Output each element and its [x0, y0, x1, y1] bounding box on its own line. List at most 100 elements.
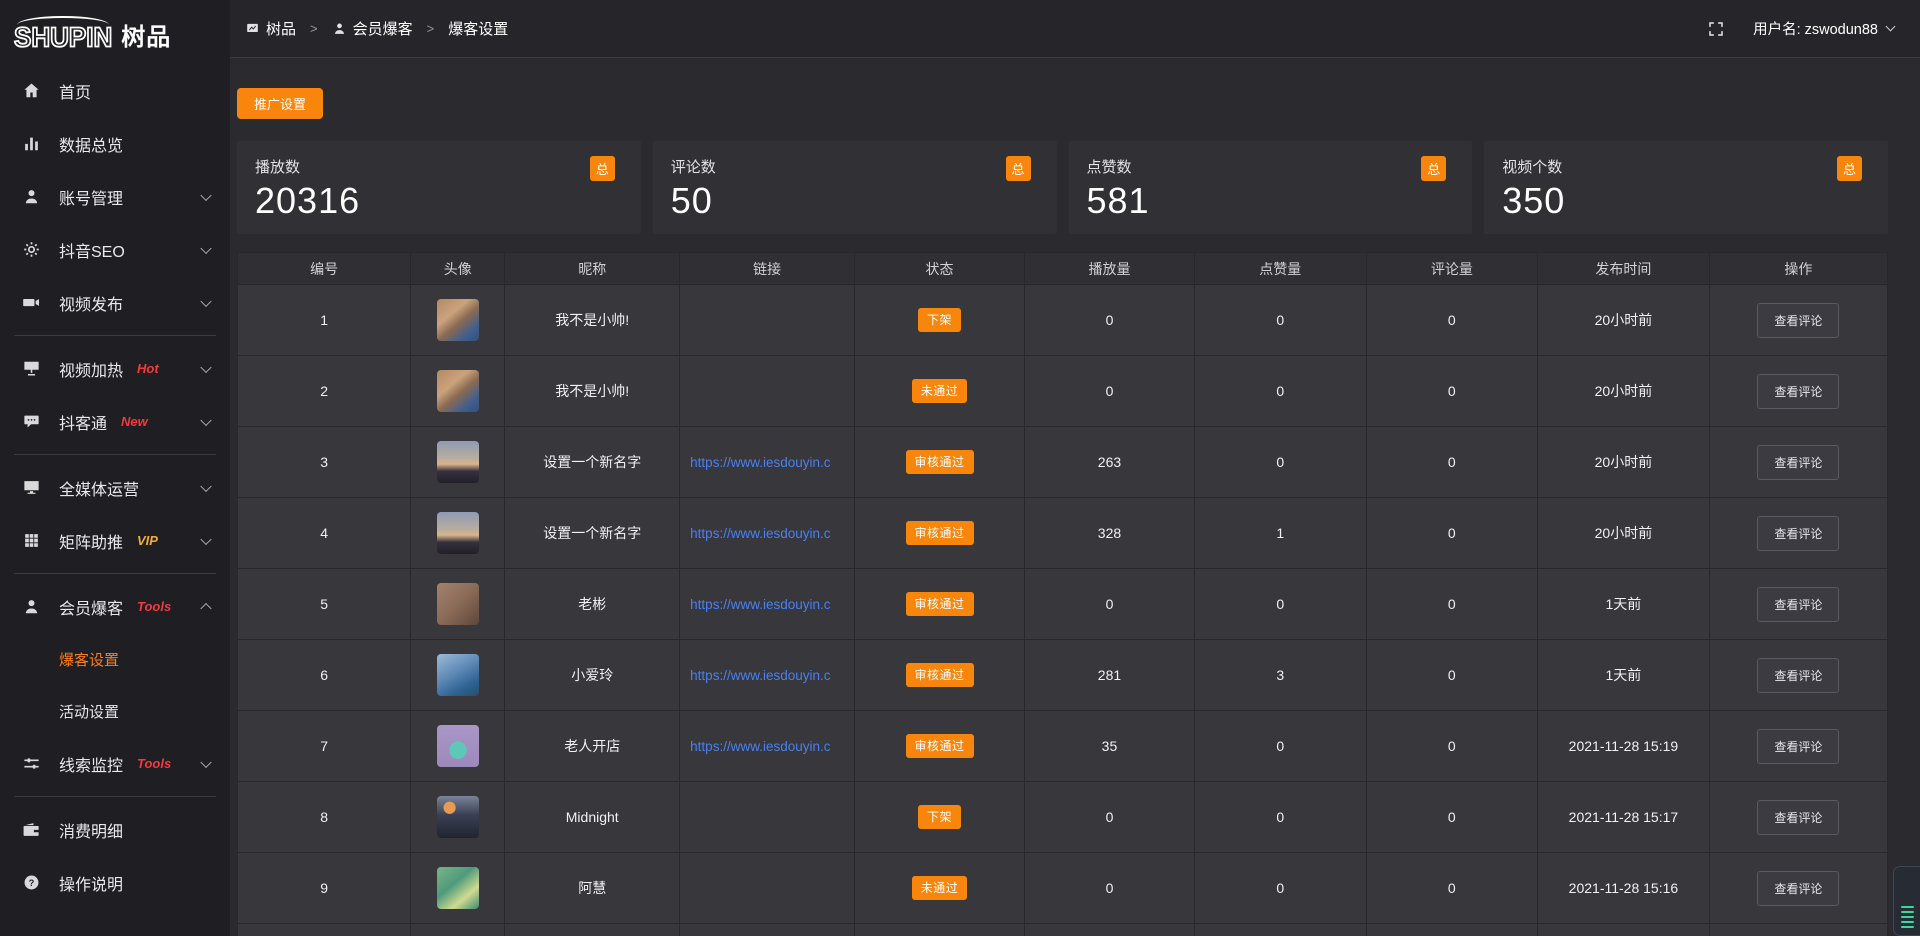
- video-link[interactable]: https://www.iesdouyin.c: [690, 455, 830, 470]
- cell-action: 查看评论: [1709, 640, 1887, 711]
- view-comments-button[interactable]: 查看评论: [1757, 729, 1839, 764]
- table-body: 1 我不是小帅! 下架 0 0 0 20小时前 查看评论 2 我不是小帅! 未通…: [238, 285, 1888, 936]
- cell-link: [680, 853, 855, 924]
- breadcrumb-item[interactable]: 树品: [245, 18, 296, 39]
- video-link[interactable]: https://www.iesdouyin.c: [690, 668, 830, 683]
- sidebar-item-8[interactable]: 矩阵助推 VIP: [0, 514, 230, 567]
- cell-nickname: 设置一个新名字: [505, 498, 680, 569]
- sidebar-divider: [14, 573, 216, 574]
- sidebar-item-5[interactable]: 视频加热 Hot: [0, 342, 230, 395]
- column-header: 操作: [1709, 253, 1887, 285]
- breadcrumb-separator: >: [427, 21, 435, 36]
- chevron-icon: [200, 189, 211, 200]
- stat-card-value: 350: [1502, 180, 1862, 222]
- table-row: [238, 924, 1888, 936]
- sidebar-item-label: 抖音SEO: [59, 238, 125, 262]
- sidebar-divider: [14, 335, 216, 336]
- sidebar-item-1[interactable]: 数据总览: [0, 117, 230, 170]
- sidebar-subitem[interactable]: 活动设置: [0, 685, 230, 737]
- username-text: 用户名: zswodun88: [1753, 18, 1878, 39]
- cell-avatar: [411, 782, 505, 853]
- cell-status: 审核通过: [855, 498, 1025, 569]
- fullscreen-icon[interactable]: [1707, 20, 1725, 38]
- cell-link: [680, 285, 855, 356]
- column-header: 链接: [680, 253, 855, 285]
- cell-id: 4: [238, 498, 411, 569]
- view-comments-button[interactable]: 查看评论: [1757, 871, 1839, 906]
- cell-avatar: [411, 853, 505, 924]
- video-link[interactable]: https://www.iesdouyin.c: [690, 597, 830, 612]
- cell-action: 查看评论: [1709, 427, 1887, 498]
- view-comments-button[interactable]: 查看评论: [1757, 303, 1839, 338]
- sidebar-item-3[interactable]: 抖音SEO: [0, 223, 230, 276]
- sidebar-item-7[interactable]: 全媒体运营: [0, 461, 230, 514]
- brand-logo: SHUPIN 树品: [0, 0, 230, 50]
- sidebar-item-label: 视频发布: [59, 291, 123, 315]
- cell-comments: 0: [1366, 285, 1538, 356]
- chat-widget[interactable]: [1893, 866, 1920, 936]
- sidebar-item-2[interactable]: 账号管理: [0, 170, 230, 223]
- cell-comments: 0: [1366, 356, 1538, 427]
- breadcrumb-item[interactable]: 会员爆客: [332, 18, 413, 39]
- avatar: [437, 654, 479, 696]
- cell-status: 未通过: [855, 356, 1025, 427]
- cell-avatar: [411, 498, 505, 569]
- sidebar-subitem-label: 活动设置: [59, 701, 119, 722]
- cell-likes: 0: [1194, 782, 1366, 853]
- avatar: [437, 583, 479, 625]
- stat-card: 播放数 20316 总: [237, 141, 641, 234]
- sidebar-item-0[interactable]: 首页: [0, 64, 230, 117]
- chart-icon: [22, 134, 42, 154]
- cell-status: 审核通过: [855, 427, 1025, 498]
- avatar: [437, 725, 479, 767]
- video-link[interactable]: https://www.iesdouyin.c: [690, 526, 830, 541]
- view-comments-button[interactable]: 查看评论: [1757, 516, 1839, 551]
- total-badge: 总: [1006, 156, 1031, 181]
- chevron-down-icon: [1886, 22, 1896, 32]
- cell-nickname: 老人开店: [505, 711, 680, 782]
- view-comments-button[interactable]: 查看评论: [1757, 800, 1839, 835]
- stat-card-title: 播放数: [255, 156, 615, 177]
- cell-time: 20小时前: [1538, 427, 1710, 498]
- avatar: [437, 512, 479, 554]
- cell-link: https://www.iesdouyin.c: [680, 427, 855, 498]
- username-menu[interactable]: 用户名: zswodun88: [1753, 18, 1894, 39]
- cell-comments: 0: [1366, 711, 1538, 782]
- sidebar-item-11[interactable]: 消费明细: [0, 803, 230, 856]
- sidebar-item-tag: New: [121, 414, 148, 429]
- sidebar-item-6[interactable]: 抖客通 New: [0, 395, 230, 448]
- breadcrumb-separator: >: [310, 21, 318, 36]
- sidebar-item-tag: Tools: [137, 599, 171, 614]
- view-comments-button[interactable]: 查看评论: [1757, 374, 1839, 409]
- cell-plays: 0: [1025, 782, 1195, 853]
- stat-card-title: 点赞数: [1087, 156, 1447, 177]
- sidebar-item-4[interactable]: 视频发布: [0, 276, 230, 329]
- sidebar-item-label: 矩阵助推: [59, 529, 123, 553]
- cell-nickname: 小爱玲: [505, 640, 680, 711]
- stat-card: 点赞数 581 总: [1069, 141, 1473, 234]
- video-link[interactable]: https://www.iesdouyin.c: [690, 739, 830, 754]
- view-comments-button[interactable]: 查看评论: [1757, 587, 1839, 622]
- sidebar-item-9[interactable]: 会员爆客 Tools: [0, 580, 230, 633]
- sidebar-item-10[interactable]: 线索监控 Tools: [0, 737, 230, 790]
- stat-card: 评论数 50 总: [653, 141, 1057, 234]
- cell-status: 未通过: [855, 853, 1025, 924]
- gear-icon: [22, 240, 42, 260]
- view-comments-button[interactable]: 查看评论: [1757, 658, 1839, 693]
- sidebar-item-12[interactable]: ? 操作说明: [0, 856, 230, 909]
- breadcrumb-item[interactable]: 爆客设置: [448, 18, 508, 39]
- cell-comments: 0: [1366, 782, 1538, 853]
- cell-nickname: Midnight: [505, 782, 680, 853]
- main-content: 推广设置 播放数 20316 总 评论数 50 总 点赞数 581 总 视频个数…: [230, 58, 1920, 936]
- chevron-icon: [200, 756, 211, 767]
- cell-action: [1709, 924, 1887, 936]
- sidebar-subitem[interactable]: 爆客设置: [0, 633, 230, 685]
- promo-settings-button[interactable]: 推广设置: [237, 88, 323, 119]
- cell-status: [855, 924, 1025, 936]
- view-comments-button[interactable]: 查看评论: [1757, 445, 1839, 480]
- chevron-icon: [200, 242, 211, 253]
- cell-plays: 35: [1025, 711, 1195, 782]
- cell-id: 9: [238, 853, 411, 924]
- sidebar-item-tag: VIP: [137, 533, 158, 548]
- cell-likes: 0: [1194, 711, 1366, 782]
